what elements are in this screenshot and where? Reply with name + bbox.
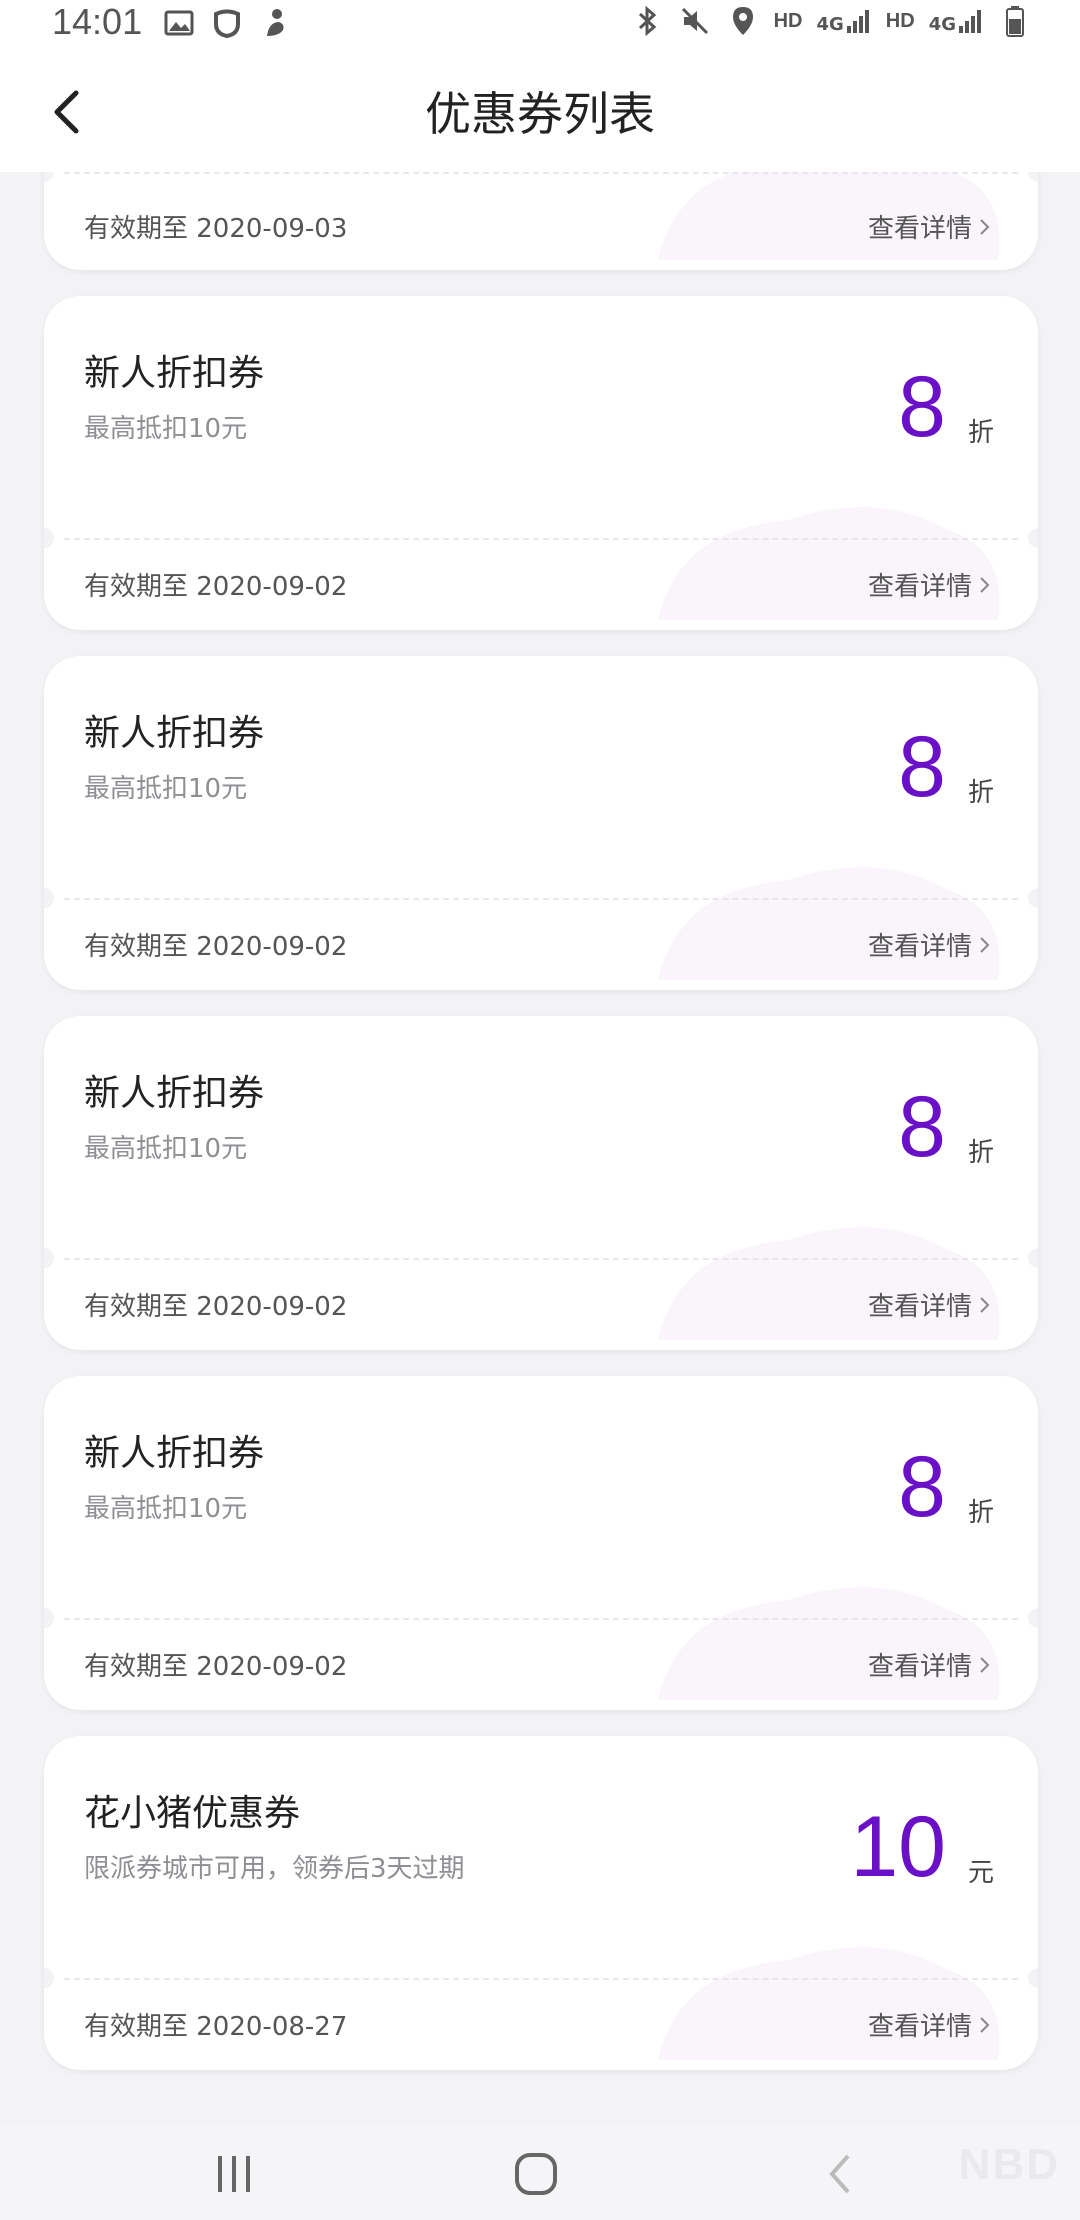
coupon-value: 8 <box>898 719 946 815</box>
hd-label-2: HD <box>885 9 915 32</box>
view-details-link[interactable]: 查看详情 <box>868 208 992 245</box>
coupon-card[interactable]: 花小猪优惠券 限派券城市可用，领券后3天过期 10 元 有效期至 2020-08… <box>44 1736 1038 2070</box>
bluetooth-icon <box>630 4 664 38</box>
coupon-expiry: 有效期至 2020-09-02 <box>84 1292 348 1322</box>
hd-label: HD <box>773 9 803 32</box>
coupon-list: 有效期至 2020-09-03 查看详情 新人折扣券 最高抵扣10元 8 折 有… <box>0 0 1080 2220</box>
coupon-name: 新人折扣券 <box>84 353 265 394</box>
view-details-label: 查看详情 <box>867 214 972 244</box>
shield-icon <box>210 6 244 40</box>
view-details-label: 查看详情 <box>867 932 972 962</box>
coupon-name: 新人折扣券 <box>84 1073 265 1114</box>
nav-back-icon[interactable] <box>800 2146 880 2202</box>
coupon-desc: 最高抵扣10元 <box>84 774 248 804</box>
view-details-link[interactable]: 查看详情 <box>868 2006 992 2043</box>
view-details-label: 查看详情 <box>867 1652 972 1682</box>
chevron-right-icon <box>980 936 990 953</box>
dragon-icon <box>258 6 292 40</box>
coupon-expiry: 有效期至 2020-09-03 <box>84 214 348 244</box>
coupon-expiry: 有效期至 2020-09-02 <box>84 1652 348 1682</box>
coupon-expiry: 有效期至 2020-09-02 <box>84 932 348 962</box>
chevron-right-icon <box>980 1656 990 1673</box>
view-details-link[interactable]: 查看详情 <box>868 926 992 963</box>
coupon-desc: 最高抵扣10元 <box>84 414 248 444</box>
location-icon <box>726 4 760 38</box>
coupon-desc: 限派券城市可用，领券后3天过期 <box>84 1854 465 1884</box>
system-nav-bar <box>0 2126 1080 2220</box>
coupon-expiry: 有效期至 2020-09-02 <box>84 572 348 602</box>
mute-icon <box>678 4 712 38</box>
coupon-value: 8 <box>898 1079 946 1175</box>
coupon-card[interactable]: 新人折扣券 最高抵扣10元 8 折 有效期至 2020-09-02 查看详情 <box>44 1376 1038 1710</box>
coupon-value: 8 <box>898 359 946 455</box>
chevron-right-icon <box>980 2016 990 2033</box>
coupon-name: 花小猪优惠券 <box>84 1793 301 1834</box>
coupon-unit: 折 <box>967 418 994 448</box>
status-time: 14:01 <box>52 1 143 42</box>
chevron-right-icon <box>980 218 990 235</box>
view-details-link[interactable]: 查看详情 <box>868 1286 992 1323</box>
view-details-label: 查看详情 <box>867 2012 972 2042</box>
status-bar: 14:01 HD 4G HD 4G <box>0 0 1080 48</box>
coupon-unit: 折 <box>967 1138 994 1168</box>
chevron-right-icon <box>980 576 990 593</box>
coupon-name: 新人折扣券 <box>84 713 265 754</box>
page-title: 优惠券列表 <box>425 87 655 141</box>
coupon-unit: 折 <box>967 1498 994 1528</box>
coupon-unit: 折 <box>967 778 994 808</box>
coupon-card[interactable]: 新人折扣券 最高抵扣10元 8 折 有效期至 2020-09-02 查看详情 <box>44 296 1038 630</box>
coupon-unit: 元 <box>967 1858 994 1888</box>
signal-icon <box>959 10 981 33</box>
network-label: 4G <box>816 14 844 35</box>
home-icon[interactable] <box>496 2146 576 2202</box>
view-details-label: 查看详情 <box>867 1292 972 1322</box>
battery-icon <box>998 4 1032 38</box>
coupon-name: 新人折扣券 <box>84 1433 265 1474</box>
view-details-link[interactable]: 查看详情 <box>868 566 992 603</box>
coupon-card[interactable]: 新人折扣券 最高抵扣10元 8 折 有效期至 2020-09-02 查看详情 <box>44 1016 1038 1350</box>
coupon-card[interactable]: 新人折扣券 最高抵扣10元 8 折 有效期至 2020-09-02 查看详情 <box>44 656 1038 990</box>
app-header: 优惠券列表 <box>0 48 1080 172</box>
network-label-2: 4G <box>928 14 956 35</box>
view-details-link[interactable]: 查看详情 <box>868 1646 992 1683</box>
chevron-right-icon <box>980 1296 990 1313</box>
signal-icon <box>846 10 869 33</box>
coupon-desc: 最高抵扣10元 <box>84 1134 248 1164</box>
coupon-desc: 最高抵扣10元 <box>84 1494 248 1524</box>
nbd-watermark: NBD <box>958 2140 1060 2189</box>
view-details-label: 查看详情 <box>867 572 972 602</box>
coupon-value: 10 <box>850 1799 946 1895</box>
coupon-value: 8 <box>898 1439 946 1535</box>
coupon-expiry: 有效期至 2020-08-27 <box>84 2012 348 2042</box>
gallery-icon <box>162 6 196 40</box>
recent-apps-icon[interactable] <box>194 2146 274 2202</box>
